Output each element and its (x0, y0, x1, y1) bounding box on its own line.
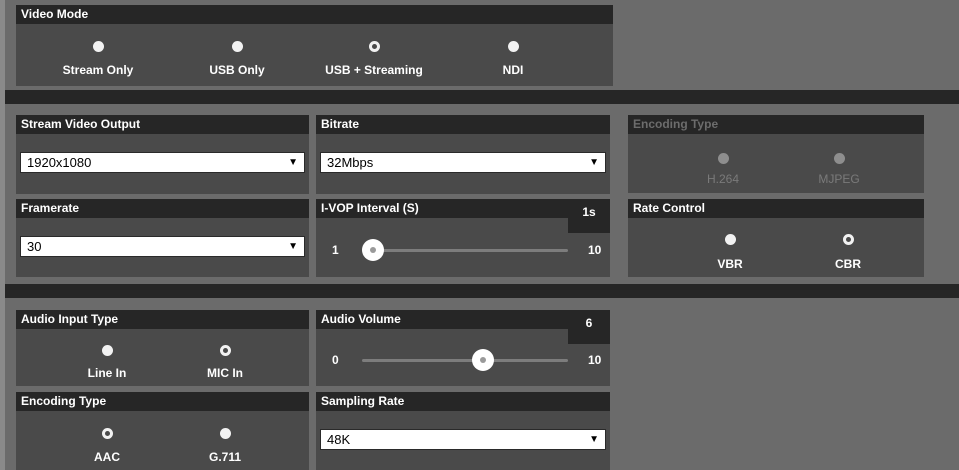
bitrate-title: Bitrate (316, 115, 610, 134)
dropdown-arrow-icon: ▼ (288, 241, 298, 252)
radio-aac[interactable] (102, 428, 113, 439)
stream-output-value: 1920x1080 (27, 155, 92, 170)
radio-vbr-label: VBR (717, 257, 743, 271)
radio-h264-label: H.264 (706, 172, 740, 186)
dropdown-arrow-icon: ▼ (589, 157, 599, 168)
audio-volume-min-label: 0 (332, 353, 339, 367)
ivop-slider-track[interactable] (362, 249, 568, 252)
radio-stream-only[interactable] (93, 41, 104, 52)
rate-control-panel: Rate Control VBR CBR (628, 199, 924, 277)
audio-encoding-type-panel: Encoding Type AAC G.711 (16, 392, 309, 470)
radio-h264 (718, 153, 729, 164)
ivop-min-label: 1 (332, 243, 339, 257)
dropdown-arrow-icon: ▼ (288, 157, 298, 168)
radio-usb-streaming-label: USB + Streaming (325, 63, 423, 77)
sampling-rate-value: 48K (327, 432, 351, 447)
framerate-select[interactable]: 30 ▼ (20, 236, 305, 257)
stream-output-title: Stream Video Output (16, 115, 309, 134)
video-mode-panel: Video Mode Stream Only USB Only USB + St… (16, 5, 613, 86)
radio-cbr-label: CBR (835, 257, 861, 271)
radio-usb-only[interactable] (232, 41, 243, 52)
radio-mjpeg (834, 153, 845, 164)
ivop-title: I-VOP Interval (S) (316, 199, 568, 218)
video-mode-title: Video Mode (16, 5, 613, 24)
framerate-value: 30 (27, 239, 42, 254)
radio-line-in-label: Line In (87, 366, 127, 380)
radio-cbr[interactable] (843, 234, 854, 245)
audio-encoding-type-title: Encoding Type (16, 392, 309, 411)
radio-ndi-label: NDI (502, 63, 524, 77)
ivop-slider-thumb[interactable] (362, 239, 384, 261)
dropdown-arrow-icon: ▼ (589, 434, 599, 445)
radio-mic-in[interactable] (220, 345, 231, 356)
framerate-title: Framerate (16, 199, 309, 218)
radio-line-in[interactable] (102, 345, 113, 356)
radio-g711-label: G.711 (208, 450, 242, 464)
bitrate-value: 32Mbps (327, 155, 374, 170)
audio-volume-max-label: 10 (588, 353, 602, 367)
sampling-rate-panel: Sampling Rate 48K ▼ (316, 392, 610, 470)
audio-volume-title: Audio Volume (316, 310, 568, 329)
section-divider (5, 284, 959, 298)
radio-usb-only-label: USB Only (209, 63, 265, 77)
radio-stream-only-label: Stream Only (62, 63, 134, 77)
ivop-value-badge: 1s (568, 199, 610, 233)
ivop-panel: I-VOP Interval (S) 1s 1 10 (316, 199, 610, 277)
radio-aac-label: AAC (94, 450, 120, 464)
audio-volume-panel: Audio Volume 6 0 10 (316, 310, 610, 386)
audio-volume-value-badge: 6 (568, 310, 610, 344)
ivop-max-label: 10 (588, 243, 602, 257)
encoding-type-video-panel: Encoding Type H.264 MJPEG (628, 115, 924, 193)
stream-output-panel: Stream Video Output 1920x1080 ▼ (16, 115, 309, 194)
audio-volume-slider-track[interactable] (362, 359, 568, 362)
radio-usb-streaming[interactable] (369, 41, 380, 52)
radio-vbr[interactable] (725, 234, 736, 245)
framerate-panel: Framerate 30 ▼ (16, 199, 309, 277)
bitrate-select[interactable]: 32Mbps ▼ (320, 152, 606, 173)
radio-mic-in-label: MIC In (207, 366, 243, 380)
radio-ndi[interactable] (508, 41, 519, 52)
audio-input-type-panel: Audio Input Type Line In MIC In (16, 310, 309, 386)
radio-mjpeg-label: MJPEG (818, 172, 860, 186)
bitrate-panel: Bitrate 32Mbps ▼ (316, 115, 610, 194)
audio-input-type-title: Audio Input Type (16, 310, 309, 329)
audio-volume-slider-thumb[interactable] (472, 349, 494, 371)
rate-control-title: Rate Control (628, 199, 924, 218)
radio-g711[interactable] (220, 428, 231, 439)
section-divider (5, 90, 959, 104)
sampling-rate-title: Sampling Rate (316, 392, 610, 411)
stream-output-select[interactable]: 1920x1080 ▼ (20, 152, 305, 173)
encoding-type-video-title: Encoding Type (628, 115, 924, 134)
sampling-rate-select[interactable]: 48K ▼ (320, 429, 606, 450)
